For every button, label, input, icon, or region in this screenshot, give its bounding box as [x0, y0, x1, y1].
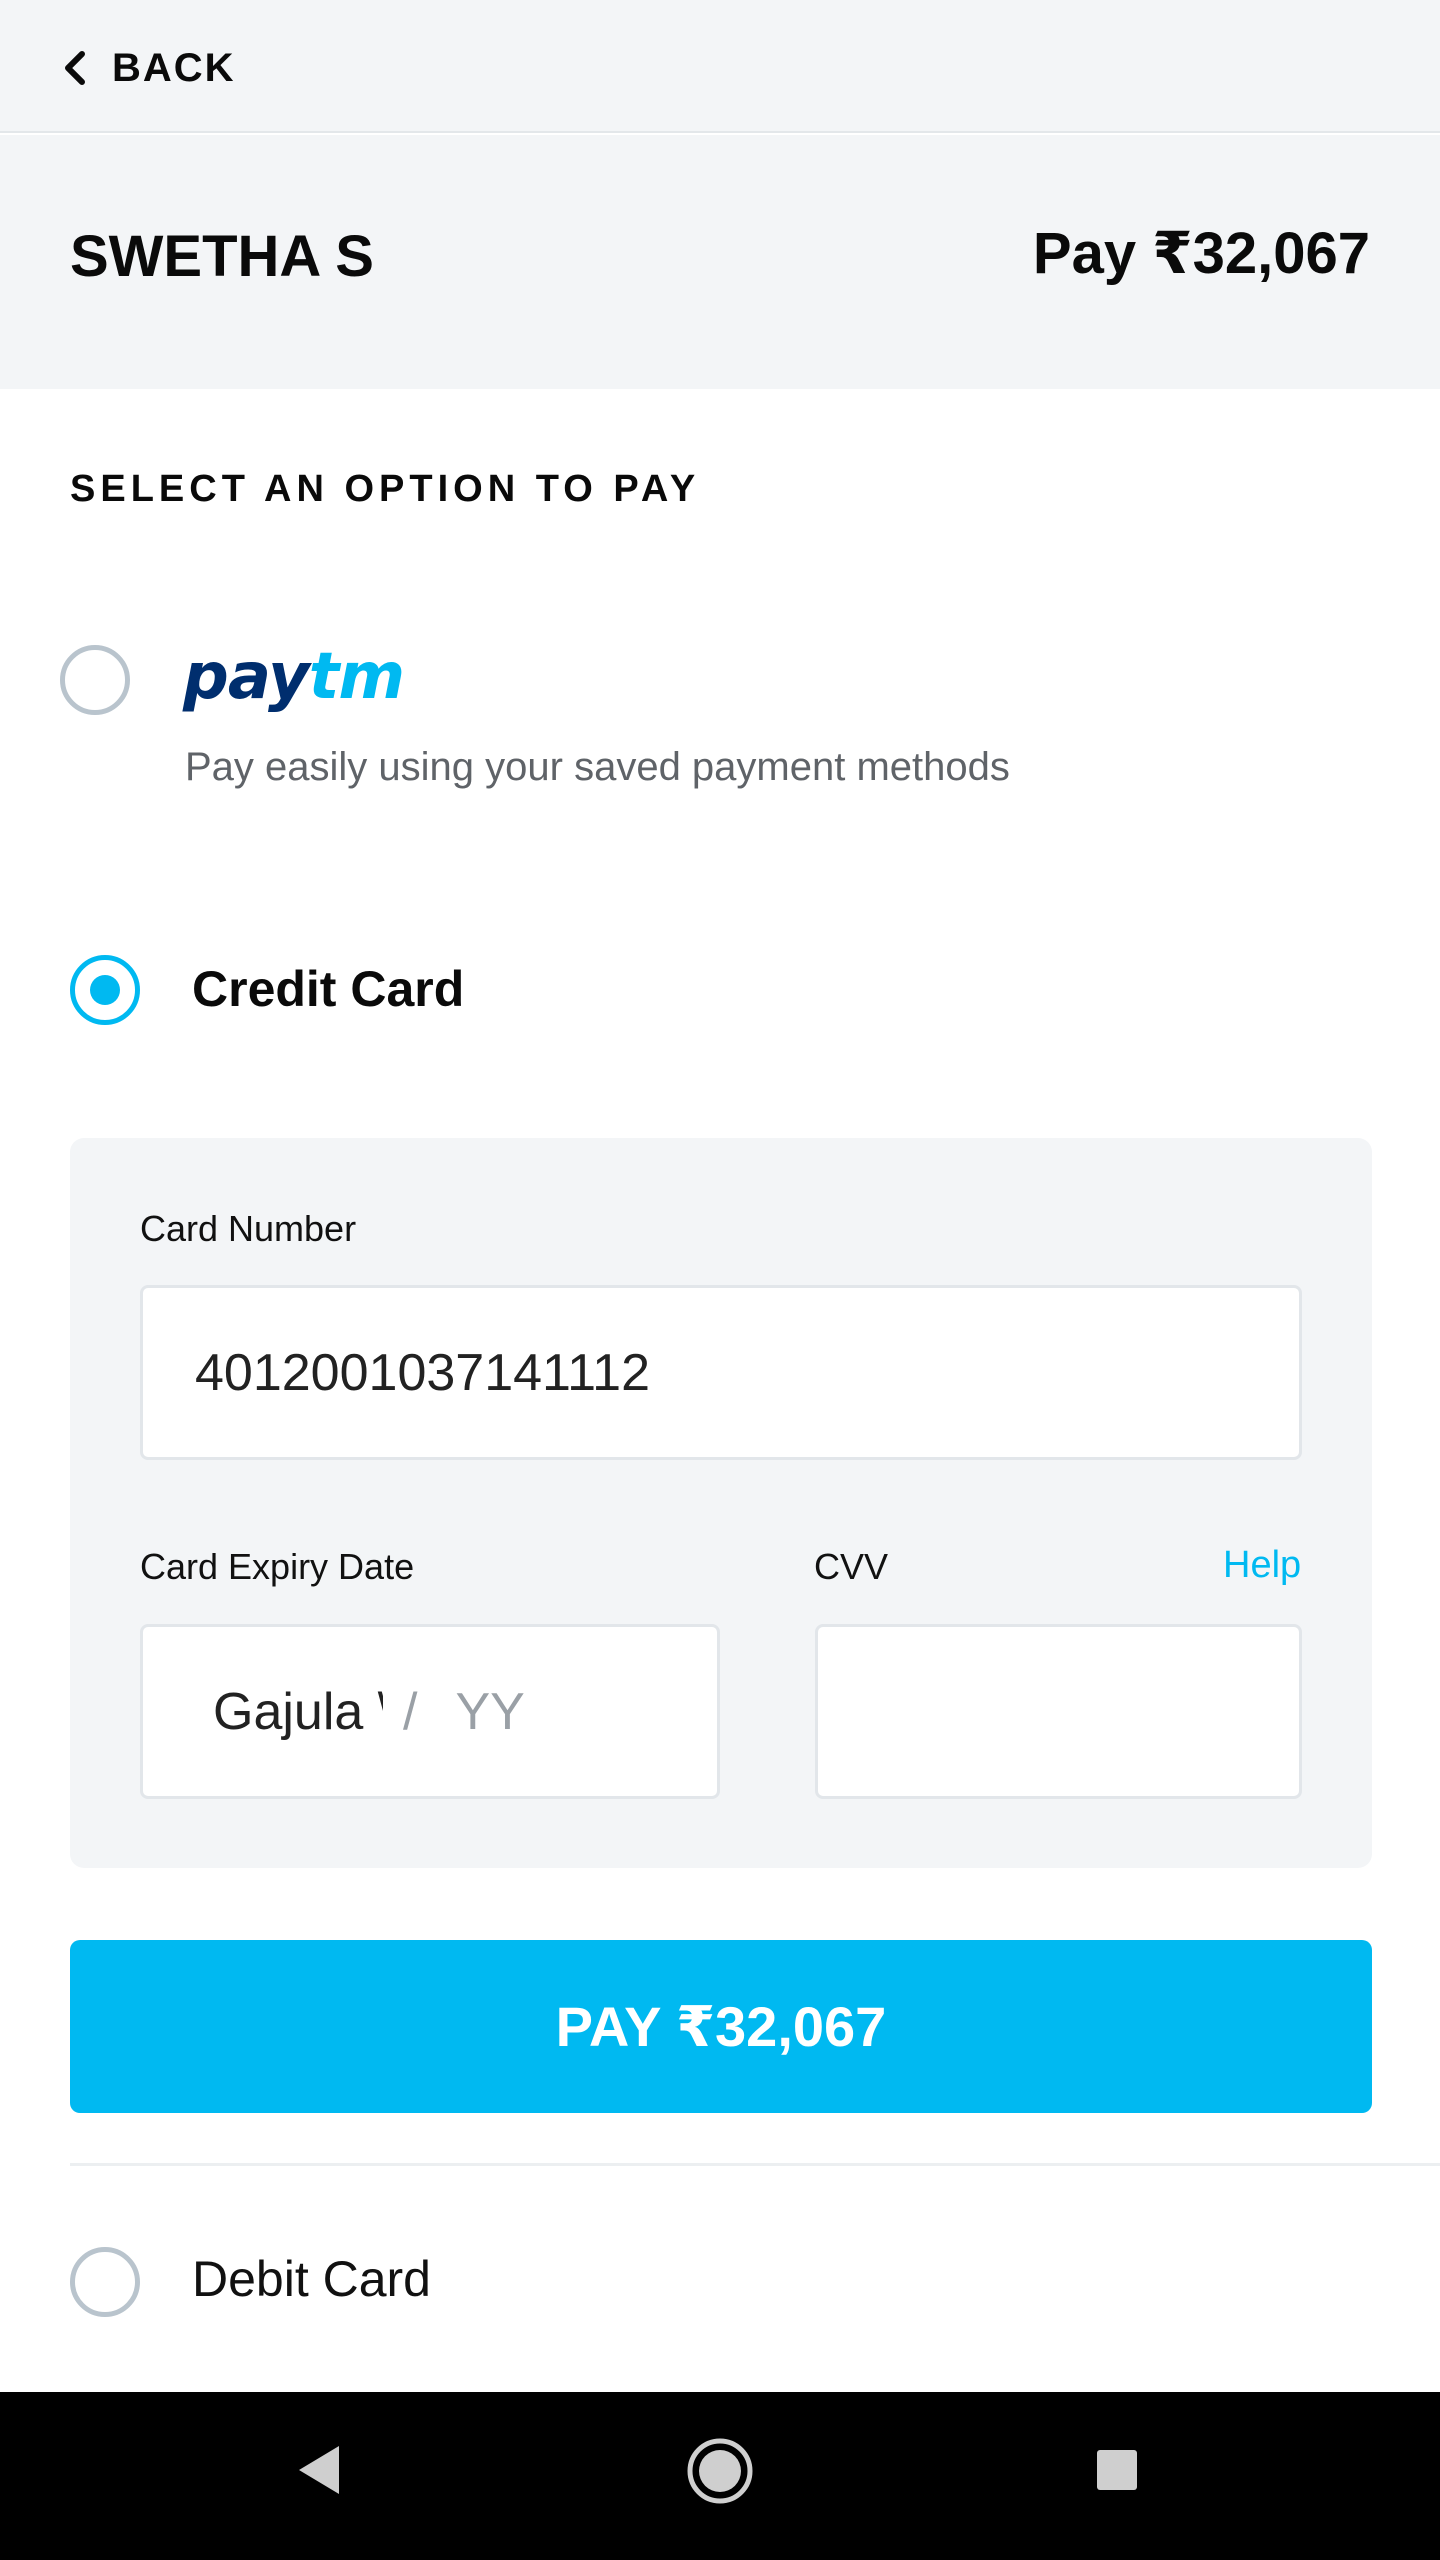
paytm-description: Pay easily using your saved payment meth… [185, 745, 1010, 789]
paytm-radio[interactable] [60, 645, 130, 715]
cvv-label: CVV [814, 1546, 889, 1587]
nav-back-button[interactable] [295, 2442, 345, 2498]
back-button[interactable]: BACK [60, 38, 236, 98]
merchant-name: SWETHA S [70, 224, 374, 289]
paytm-logo[interactable]: paytm [183, 640, 405, 714]
amount-label: Pay ₹32,067 [1032, 221, 1370, 286]
top-bar: BACK [0, 0, 1440, 133]
expiry-date-input[interactable]: Gajula \ / YY [140, 1624, 720, 1799]
cvv-input[interactable] [815, 1624, 1302, 1799]
nav-home-button[interactable] [685, 2436, 755, 2506]
cvv-help-link[interactable]: Help [1223, 1544, 1301, 1587]
divider [70, 2163, 1440, 2166]
pay-button[interactable]: PAY ₹32,067 [70, 1940, 1372, 2113]
expiry-year-placeholder[interactable]: YY [455, 1682, 524, 1742]
payment-header: SWETHA S Pay ₹32,067 [0, 135, 1440, 389]
back-label: BACK [112, 45, 236, 90]
section-title: SELECT AN OPTION TO PAY [70, 468, 701, 510]
card-form-panel: Card Number 4012001037141112 Card Expiry… [70, 1138, 1372, 1868]
paytm-logo-pay: pay [183, 640, 310, 714]
card-number-value: 4012001037141112 [195, 1343, 650, 1402]
chevron-left-icon [65, 51, 85, 85]
card-number-label: Card Number [140, 1208, 357, 1249]
pay-button-label: PAY ₹32,067 [555, 1994, 887, 2058]
expiry-label: Card Expiry Date [140, 1546, 415, 1587]
card-number-input[interactable]: 4012001037141112 [140, 1285, 1302, 1460]
paytm-logo-tm: tm [308, 640, 405, 714]
expiry-separator: / [403, 1682, 418, 1741]
credit-card-label[interactable]: Credit Card [192, 960, 464, 1018]
square-recents-icon [1097, 2450, 1137, 2490]
system-nav-bar [0, 2392, 1440, 2560]
debit-card-radio[interactable] [70, 2247, 140, 2317]
expiry-month-value[interactable]: Gajula \ [213, 1682, 383, 1742]
debit-card-label[interactable]: Debit Card [192, 2250, 431, 2308]
triangle-back-icon [299, 2446, 339, 2494]
nav-recents-button[interactable] [1095, 2448, 1139, 2492]
circle-home-icon [687, 2438, 753, 2504]
credit-card-radio[interactable] [70, 955, 140, 1025]
